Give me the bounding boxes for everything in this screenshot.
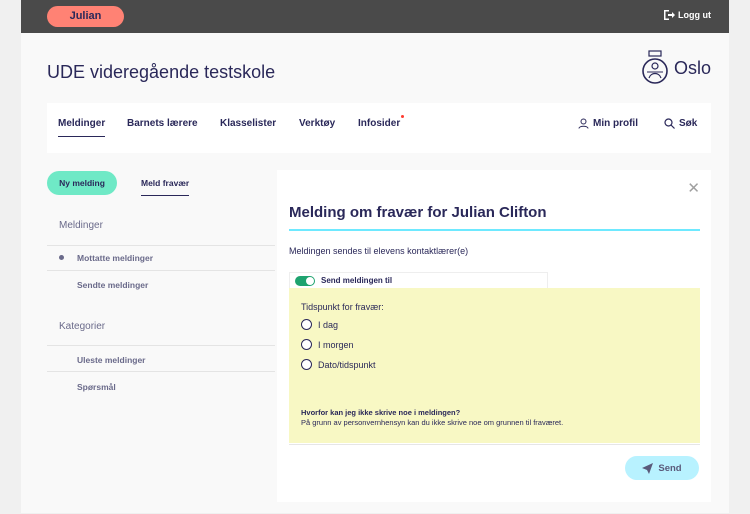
radio-button[interactable]	[301, 339, 312, 350]
search-label: Søk	[679, 118, 698, 129]
school-name: UDE videregående testskole	[47, 62, 276, 82]
profile-label: Min profil	[593, 118, 638, 129]
sidebar-heading-messages: Meldinger	[59, 220, 103, 231]
divider	[289, 444, 700, 445]
divider	[47, 270, 275, 271]
send-button[interactable]: Send	[625, 456, 699, 480]
main-nav: Meldinger Barnets lærere Klasselister Ve…	[47, 103, 711, 153]
send-to-toggle-row: Send meldingen til	[289, 272, 548, 289]
sidebar-heading-categories: Kategorier	[59, 321, 106, 332]
nav-verktoy[interactable]: Verktøy	[299, 118, 335, 129]
nav-klasselister[interactable]: Klasselister	[220, 118, 276, 129]
logout-icon	[664, 10, 675, 20]
search-icon	[664, 118, 675, 129]
divider	[47, 245, 275, 246]
divider	[47, 371, 275, 372]
why-question: Hvorfor kan jeg ikke skrive noe i meldin…	[301, 408, 461, 417]
sidebar-item-unread[interactable]: Uleste meldinger	[77, 355, 146, 365]
notification-dot	[401, 115, 405, 118]
logout-label: Logg ut	[678, 10, 711, 20]
nav-barnets-laerere[interactable]: Barnets lærere	[127, 118, 198, 129]
close-icon[interactable]: ✕	[687, 179, 700, 197]
title-underline	[289, 229, 700, 231]
panel-subtitle: Meldingen sendes til elevens kontaktlære…	[289, 246, 469, 256]
top-bar: Julian Logg ut	[21, 0, 729, 33]
sidebar-item-received[interactable]: Mottatte meldinger	[77, 253, 153, 263]
option-tomorrow[interactable]: I morgen	[301, 339, 354, 350]
option-today[interactable]: I dag	[301, 319, 338, 330]
nav-meldinger[interactable]: Meldinger	[58, 118, 106, 137]
time-label: Tidspunkt for fravær:	[301, 302, 384, 312]
option-label: I morgen	[318, 339, 354, 350]
radio-button[interactable]	[301, 359, 312, 370]
sidebar-item-questions[interactable]: Spørsmål	[77, 382, 116, 392]
active-bullet	[59, 255, 64, 260]
radio-button[interactable]	[301, 319, 312, 330]
sidebar-item-sent[interactable]: Sendte meldinger	[77, 280, 148, 290]
user-button[interactable]: Julian	[47, 6, 124, 27]
divider	[47, 345, 275, 346]
option-label: Dato/tidspunkt	[318, 359, 376, 370]
option-label: I dag	[318, 319, 339, 330]
report-absence-link[interactable]: Meld fravær	[141, 178, 190, 196]
nav-infosider[interactable]: Infosider	[358, 115, 405, 129]
why-answer: På grunn av personvernhensyn kan du ikke…	[301, 418, 564, 427]
toggle-label: Send meldingen til	[321, 276, 393, 285]
search-link[interactable]: Søk	[664, 118, 697, 129]
absence-panel: ✕ Melding om fravær for Julian Clifton M…	[277, 170, 711, 502]
panel-title: Melding om fravær for Julian Clifton	[289, 204, 547, 221]
brand-name: Oslo	[673, 57, 711, 78]
send-label: Send	[658, 462, 682, 474]
send-to-toggle[interactable]	[295, 275, 315, 286]
send-icon	[642, 462, 654, 474]
oslo-seal-icon	[642, 50, 668, 84]
nav-infosider-label: Infosider	[358, 118, 401, 129]
page-area: UDE videregående testskole Oslo Meldinge…	[21, 33, 729, 513]
user-icon	[578, 118, 589, 129]
absence-time-box: Tidspunkt for fravær: I dag I morgen Dat…	[289, 288, 700, 443]
new-message-button[interactable]: Ny melding	[47, 171, 117, 195]
oslo-logo[interactable]: Oslo	[640, 50, 711, 86]
profile-link[interactable]: Min profil	[578, 118, 638, 129]
option-date-time[interactable]: Dato/tidspunkt	[301, 359, 376, 370]
logout-button[interactable]: Logg ut	[663, 9, 711, 21]
